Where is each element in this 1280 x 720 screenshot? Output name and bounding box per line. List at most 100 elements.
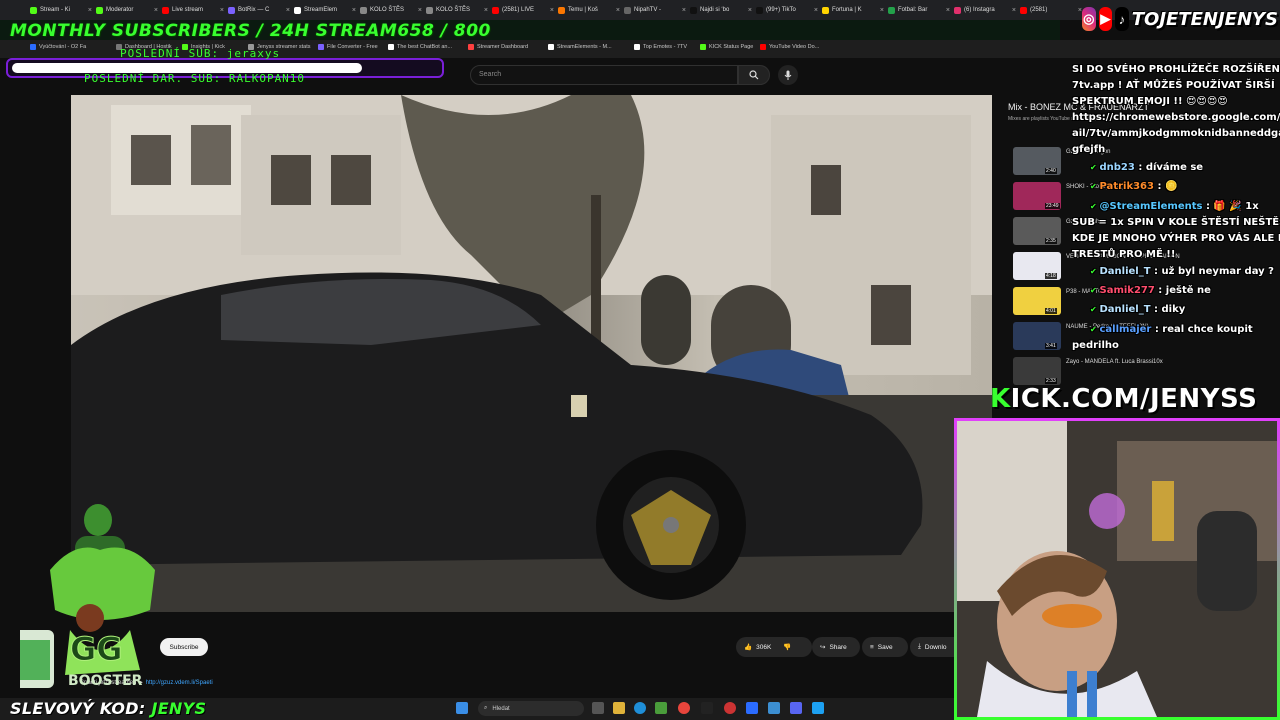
video-player[interactable]: [71, 95, 992, 612]
browser-tab[interactable]: (2581) ×: [1020, 2, 1082, 18]
chat-username: callmajer: [1099, 324, 1152, 335]
voice-search-button[interactable]: [778, 65, 798, 85]
favicon-icon: [30, 6, 37, 14]
youtube-icon: ▶: [1098, 7, 1113, 31]
video-duration: 3:41: [1045, 343, 1057, 349]
browser-tab[interactable]: Najdi si ‘bo ×: [690, 2, 752, 18]
app-icon[interactable]: [812, 702, 824, 714]
bookmark-item[interactable]: Top Emotes - 7TV: [634, 44, 687, 50]
browser-tab[interactable]: (6) Instagra ×: [954, 2, 1016, 18]
bookmark-item[interactable]: KICK Status Page: [700, 44, 753, 50]
chat-badge-icon: ✔: [1090, 286, 1100, 295]
tab-label: NipahTV -: [634, 7, 662, 13]
kick-url-overlay: KICK.COM/JENYSS: [990, 384, 1257, 414]
file-explorer-icon[interactable]: [613, 702, 625, 714]
chat-message: SUB = 1x SPIN V KOLE ŠTĚSTÍ NEŠTĚSTÍ: [1072, 217, 1280, 229]
chat-text: SPEKTRUM EMOJI !! 😍😍😍😍: [1072, 96, 1228, 107]
browser-tab[interactable]: StreamElem ×: [294, 2, 356, 18]
close-tab-icon[interactable]: ×: [85, 7, 92, 14]
chat-message: 7tv.app ! AŤ MŮŽEŠ POUŽÍVAT ŠIRŠÍ: [1072, 80, 1275, 92]
close-tab-icon[interactable]: ×: [217, 7, 224, 14]
browser-tab[interactable]: Fotbal: Bar ×: [888, 2, 950, 18]
close-tab-icon[interactable]: ×: [1075, 7, 1082, 14]
bookmark-item[interactable]: Streamer Dashboard: [468, 44, 528, 50]
thumbs-down-icon[interactable]: 👎: [783, 643, 791, 651]
browser-tab[interactable]: KOLO ŠTĚS ×: [360, 2, 422, 18]
notepad-icon[interactable]: [768, 702, 780, 714]
search-button[interactable]: [738, 65, 770, 85]
bookmark-item[interactable]: StreamElements - M...: [548, 44, 612, 50]
tab-label: Najdi si ‘bo: [700, 7, 730, 13]
browser-tab[interactable]: KOLO ŠTĚS ×: [426, 2, 488, 18]
chrome-icon[interactable]: [678, 702, 690, 714]
bookmark-item[interactable]: The best ChatBot an...: [388, 44, 452, 50]
bookmark-item[interactable]: Vyúčtování - O2 Fa: [30, 44, 86, 50]
task-view-icon[interactable]: [592, 702, 604, 714]
close-tab-icon[interactable]: ×: [283, 7, 290, 14]
store-icon[interactable]: [655, 702, 667, 714]
chat-badge-icon: ✔: [1090, 163, 1100, 172]
subscriber-goal-banner: MONTHLY SUBSCRIBERS / 24H STREAM658 / 80…: [10, 21, 491, 41]
thumbs-up-icon: 👍: [744, 644, 753, 651]
browser-tab[interactable]: Fortuna | K ×: [822, 2, 884, 18]
chat-message: TRESTŮ PRO MĚ !!: [1072, 249, 1175, 261]
close-tab-icon[interactable]: ×: [1009, 7, 1016, 14]
browser-tab[interactable]: Temu | Koš ×: [558, 2, 620, 18]
favicon-icon: [96, 6, 103, 14]
video-duration: 4:01: [1045, 308, 1057, 314]
browser-tab[interactable]: BotRix — C ×: [228, 2, 290, 18]
chat-message: gfejfh: [1072, 144, 1105, 156]
browser-tab[interactable]: (2581) LIVE ×: [492, 2, 554, 18]
close-tab-icon[interactable]: ×: [151, 7, 158, 14]
bookmark-icon: [548, 44, 554, 50]
tab-label: Moderator: [106, 7, 134, 13]
social-handles: ◎ ▶ ♪ TOJETENJENYS: [1082, 4, 1278, 34]
browser-tab[interactable]: Moderator ×: [96, 2, 158, 18]
close-tab-icon[interactable]: ×: [415, 7, 422, 14]
bookmark-label: Top Emotes - 7TV: [643, 44, 688, 50]
save-icon: ≡: [870, 643, 874, 651]
discount-code-overlay: SLEVOVÝ KOD: JENYS: [10, 699, 206, 718]
close-tab-icon[interactable]: ×: [877, 7, 884, 14]
bookmark-icon: [388, 44, 394, 50]
like-button[interactable]: 👍 306K 👎: [736, 637, 812, 657]
save-button[interactable]: ≡ Save: [862, 637, 908, 657]
kick-url: ICK.COM/JENYSS: [1010, 384, 1258, 414]
bookmark-item[interactable]: YouTube Video Do...: [760, 44, 819, 50]
start-menu-icon[interactable]: [456, 702, 468, 714]
share-button[interactable]: ↪ Share: [812, 637, 860, 657]
chat-text: KDE JE MNOHO VÝHER PRO VÁS ALE I: [1072, 233, 1280, 244]
favicon-icon: [360, 6, 367, 14]
browser-tab[interactable]: (99+) TikTo ×: [756, 2, 818, 18]
download-label: Downlo: [924, 643, 947, 651]
close-tab-icon[interactable]: ×: [811, 7, 818, 14]
edge-icon[interactable]: [634, 702, 646, 714]
tab-label: Fotbal: Bar: [898, 7, 928, 13]
close-tab-icon[interactable]: ×: [349, 7, 356, 14]
obs-icon[interactable]: [724, 702, 736, 714]
bookmark-label: Vyúčtování - O2 Fa: [39, 44, 87, 50]
browser-tab[interactable]: NipahTV - ×: [624, 2, 686, 18]
close-tab-icon[interactable]: ×: [679, 7, 686, 14]
chat-username: @StreamElements: [1099, 201, 1203, 212]
browser-tab[interactable]: Stream - Ki ×: [30, 2, 92, 18]
close-tab-icon[interactable]: ×: [547, 7, 554, 14]
close-tab-icon[interactable]: ×: [943, 7, 950, 14]
close-tab-icon[interactable]: ×: [745, 7, 752, 14]
playlist-item-title[interactable]: Zayo - MANDELA ft. Luca Brassi10x: [1066, 359, 1163, 365]
taskbar-search[interactable]: ⌕ Hledat: [478, 701, 584, 716]
chat-message: SI DO SVÉHO PROHLÍŽEČE ROZŠÍŘENÍ: [1072, 64, 1280, 76]
kick-prefix: K: [990, 384, 1011, 414]
chat-text: : díváme se: [1134, 162, 1204, 173]
discord-icon[interactable]: [790, 702, 802, 714]
bookmark-item[interactable]: File Converter - Free: [318, 44, 378, 50]
download-button[interactable]: ⤓ Downlo: [910, 637, 960, 657]
search-input[interactable]: Search: [470, 65, 738, 85]
close-tab-icon[interactable]: ×: [613, 7, 620, 14]
bookmark-icon: [760, 44, 766, 50]
chrome-active-icon[interactable]: [746, 702, 758, 714]
terminal-icon[interactable]: [701, 702, 713, 714]
favicon-icon: [294, 6, 301, 14]
close-tab-icon[interactable]: ×: [481, 7, 488, 14]
browser-tab[interactable]: Live stream ×: [162, 2, 224, 18]
